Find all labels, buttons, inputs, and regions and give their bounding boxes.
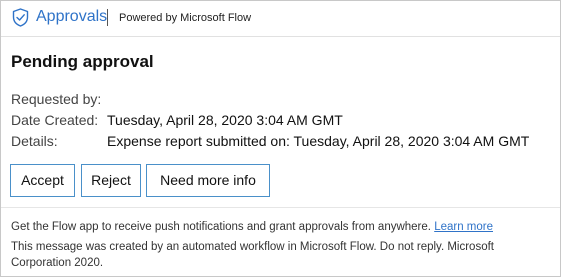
approval-email-card: Approvals Powered by Microsoft Flow Pend… [0, 0, 561, 277]
powered-by-label: Powered by Microsoft Flow [119, 12, 252, 24]
need-more-info-button[interactable]: Need more info [146, 164, 270, 197]
requested-by-label: Requested by: [11, 91, 102, 107]
date-created-label: Date Created: [11, 112, 99, 128]
footer-app-prompt: Get the Flow app to receive push notific… [11, 219, 551, 235]
details-label: Details: [11, 133, 58, 149]
accept-button[interactable]: Accept [10, 164, 75, 197]
approvals-shield-check-icon [12, 8, 29, 27]
footer-disclaimer: This message was created by an automated… [11, 241, 494, 269]
reject-button[interactable]: Reject [81, 164, 141, 197]
app-prompt-text: Get the Flow app to receive push notific… [11, 221, 431, 233]
learn-more-link[interactable]: Learn more [434, 221, 493, 233]
brand-name: Approvals [36, 8, 108, 25]
date-created-value: Tuesday, April 28, 2020 3:04 AM GMT [107, 112, 343, 128]
page-title: Pending approval [11, 52, 154, 71]
footer-divider [1, 207, 560, 208]
header-divider [107, 9, 108, 26]
details-value: Expense report submitted on: Tuesday, Ap… [107, 133, 530, 149]
header-bar: Approvals Powered by Microsoft Flow [1, 1, 560, 37]
